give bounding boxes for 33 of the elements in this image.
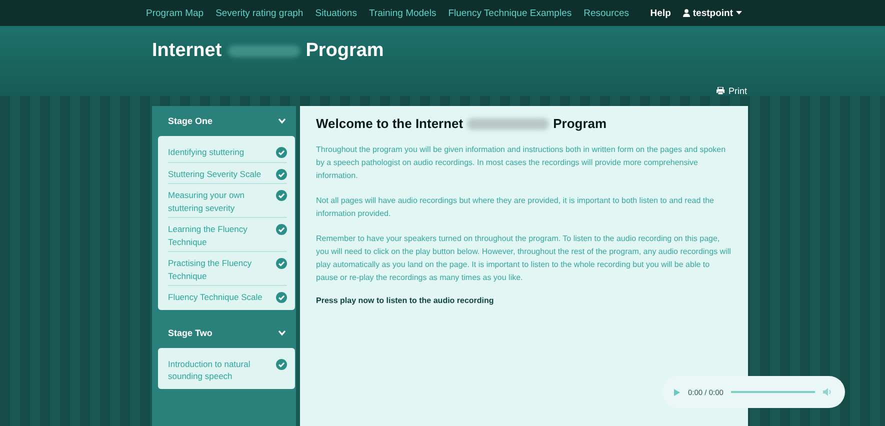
site-title: Internet (152, 40, 222, 62)
chevron-icon (278, 118, 286, 124)
paragraph: Not all pages will have audio recordings but where they are provided, it is important to both listen to and read the information provided. (316, 195, 716, 220)
instruction-text: Press play now to listen to the audio recording (316, 296, 495, 305)
page-heading: Welcome to the Internet (316, 116, 464, 131)
stage-header[interactable]: Stage One (152, 106, 296, 136)
nav-link[interactable]: Resources (584, 8, 630, 18)
print-link[interactable]: Print (716, 86, 747, 96)
check-circle-icon (276, 224, 287, 235)
paragraph: Remember to have your speakers turned on throughout the program. To listen to the audio recording on this page, you will need to click on the play button below. However, throughout the rest of the program, any audio recordings will play automatically as you land on the page. It is important to listen to the whole recording but you will be able to pause or re-play the recordings as many times as you like. (316, 233, 732, 284)
user-icon (682, 9, 690, 17)
printer-icon (716, 87, 726, 95)
check-circle-icon (276, 190, 287, 201)
paragraph: Throughout the program you will be given information and instructions both in written form on the pages and spoken by a speech pathologist on audio recordings. In most cases the recordings will provide more comprehensive information. (316, 144, 727, 182)
site-title: Program (306, 40, 384, 62)
page-heading: Program (553, 116, 607, 131)
stage-header[interactable]: Stage Two (152, 318, 296, 348)
caret-icon (736, 11, 742, 15)
nav-link[interactable]: Severity rating graph (216, 8, 304, 18)
nav-link[interactable]: Training Models (368, 8, 436, 18)
nav-link[interactable]: Fluency Technique Examples (448, 8, 572, 18)
play-icon[interactable] (674, 388, 680, 396)
user-menu[interactable]: testpoint (682, 8, 742, 18)
nav-link[interactable]: Situations (315, 8, 357, 18)
check-circle-icon (276, 168, 287, 180)
nav-link[interactable]: Program Map (146, 8, 204, 18)
check-circle-icon (276, 292, 287, 303)
help-link[interactable]: Help (650, 8, 671, 18)
chevron-icon (278, 330, 286, 336)
check-circle-icon (276, 258, 287, 269)
check-circle-icon (276, 358, 287, 370)
check-circle-icon (276, 147, 287, 158)
volume-icon[interactable] (823, 388, 833, 396)
